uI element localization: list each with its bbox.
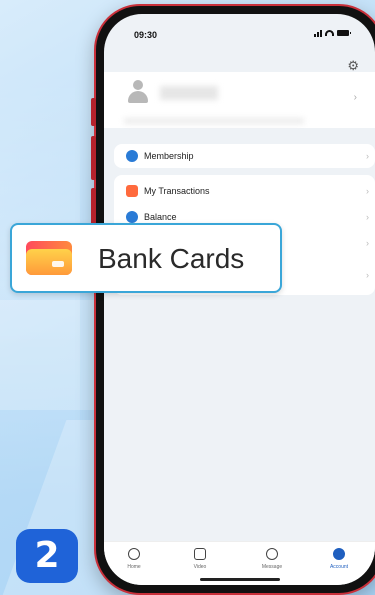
home-indicator [199,578,280,581]
chevron-right-icon: › [366,270,369,280]
chevron-right-icon: › [366,186,369,196]
phone-screen: 09:30 ⚙ › Membership › My Transactions ›… [104,14,375,585]
chevron-right-icon: › [353,92,357,103]
background-light-panel [0,300,95,410]
side-button [91,98,96,126]
tab-home[interactable]: Home [114,548,154,570]
status-icons [314,29,351,37]
profile-card[interactable]: › [104,72,375,128]
menu-item-label: Membership [144,151,194,161]
tab-account[interactable]: Account [319,548,359,570]
menu-item-membership[interactable]: Membership › [114,144,375,168]
menu-item-label: Balance [144,212,177,222]
status-time: 09:30 [134,30,158,40]
status-bar: 09:30 [104,14,375,54]
profile-name-redacted [160,86,218,100]
avatar [126,80,150,106]
chevron-right-icon: › [366,238,369,248]
account-icon [333,548,345,560]
phone-frame: 09:30 ⚙ › Membership › My Transactions ›… [91,4,375,595]
bank-cards-callout[interactable]: Bank Cards [10,223,282,293]
tab-video[interactable]: Video [180,548,220,570]
tab-label: Home [127,564,141,570]
side-button [91,136,96,180]
membership-icon [126,150,138,162]
membership-card: Membership › [114,144,375,168]
balance-icon [126,211,138,223]
tab-message[interactable]: Message [252,548,292,570]
chevron-right-icon: › [366,212,369,222]
chevron-right-icon: › [366,151,369,161]
bank-cards-label: Bank Cards [98,243,245,274]
battery-icon [337,30,351,36]
signal-icon [314,29,322,37]
menu-item-transactions[interactable]: My Transactions › [114,179,375,203]
bottom-tab-bar: Home Video Message Account [104,541,375,585]
tab-label: Account [329,564,349,570]
tab-label: Video [193,564,207,570]
bank-card-icon [26,241,72,275]
transactions-icon [126,185,138,197]
wifi-icon [325,30,334,36]
message-icon [266,548,278,560]
home-icon [128,548,140,560]
step-number-badge: 2 [16,529,78,583]
profile-subtext-redacted [124,118,304,124]
menu-item-label: My Transactions [144,186,210,196]
video-icon [194,548,206,560]
tab-label: Message [261,564,283,570]
